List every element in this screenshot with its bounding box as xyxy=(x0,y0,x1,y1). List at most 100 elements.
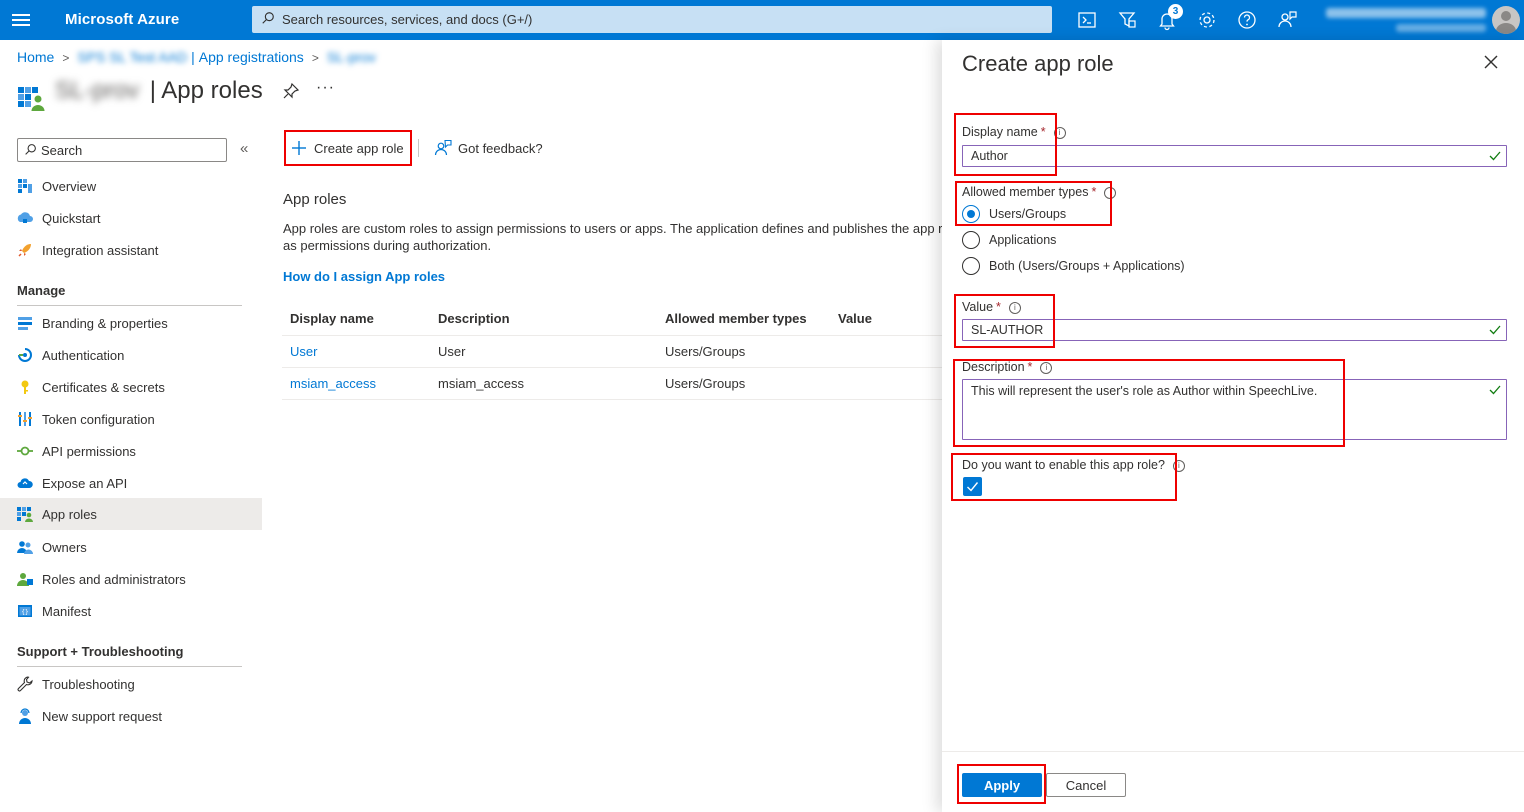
nav-item-api-permissions[interactable]: API permissions xyxy=(0,435,262,467)
global-search-placeholder: Search resources, services, and docs (G+… xyxy=(282,12,533,27)
radio-label: Both (Users/Groups + Applications) xyxy=(989,259,1185,273)
notifications-bell-icon[interactable]: 3 xyxy=(1156,4,1183,31)
member-type-applications-radio[interactable]: Applications xyxy=(962,230,1056,250)
description-textarea[interactable]: This will represent the user's role as A… xyxy=(971,384,1481,432)
enable-role-checkbox[interactable] xyxy=(963,477,982,496)
value-field[interactable] xyxy=(962,319,1507,341)
command-separator xyxy=(418,139,419,157)
column-header-value[interactable]: Value xyxy=(838,301,872,335)
nav-item-label: Branding & properties xyxy=(42,315,168,331)
radio-label: Users/Groups xyxy=(989,207,1067,221)
nav-item-label: Token configuration xyxy=(42,411,155,427)
cancel-button[interactable]: Cancel xyxy=(1046,773,1126,797)
info-icon[interactable]: i xyxy=(1172,460,1185,472)
feedback-icon[interactable] xyxy=(1276,9,1298,31)
nav-item-token-configuration[interactable]: Token configuration xyxy=(0,403,262,435)
column-header-display-name[interactable]: Display name xyxy=(290,301,374,335)
table-row[interactable]: msiam_access msiam_access Users/Groups xyxy=(282,368,942,400)
breadcrumb-chevron-icon: > xyxy=(311,51,319,65)
cloud-shell-icon[interactable] xyxy=(1076,9,1098,31)
hamburger-menu-icon[interactable] xyxy=(12,11,30,29)
nav-item-roles-and-administrators[interactable]: Roles and administrators xyxy=(0,563,262,595)
display-name-field[interactable] xyxy=(962,145,1507,167)
enable-role-label: Do you want to enable this app role? i xyxy=(962,458,1185,472)
api-permissions-icon xyxy=(17,443,33,459)
breadcrumb-app-registrations[interactable]: App registrations xyxy=(199,49,304,65)
info-icon[interactable]: i xyxy=(1104,187,1117,199)
column-header-description[interactable]: Description xyxy=(438,301,510,335)
nav-item-branding[interactable]: Branding & properties xyxy=(0,307,262,339)
breadcrumb-tenant[interactable]: SPS SL Test AAD xyxy=(77,49,187,65)
nav-search[interactable] xyxy=(17,138,227,162)
nav-item-integration-assistant[interactable]: Integration assistant xyxy=(0,234,262,266)
nav-item-label: Authentication xyxy=(42,347,125,363)
nav-item-label: Expose an API xyxy=(42,475,128,491)
key-icon xyxy=(17,379,33,395)
nav-search-input[interactable] xyxy=(41,141,221,159)
radio-unselected-icon xyxy=(962,257,980,275)
cloud-icon xyxy=(17,475,33,491)
role-member-types: Users/Groups xyxy=(665,344,746,359)
nav-divider xyxy=(17,666,242,667)
role-description: User xyxy=(438,344,466,359)
create-app-role-button[interactable]: Create app role xyxy=(290,131,404,165)
description-field[interactable]: This will represent the user's role as A… xyxy=(962,379,1507,440)
required-mark: * xyxy=(1040,125,1046,139)
create-app-role-label: Create app role xyxy=(314,140,404,156)
close-icon[interactable] xyxy=(1483,54,1499,70)
info-icon[interactable]: i xyxy=(1053,127,1066,139)
nav-item-quickstart[interactable]: Quickstart xyxy=(0,202,262,234)
info-icon[interactable]: i xyxy=(1040,362,1053,374)
nav-divider xyxy=(17,305,242,306)
create-app-role-panel: Create app role Display name*i Allowed m… xyxy=(942,40,1524,812)
member-type-users-groups-radio[interactable]: Users/Groups xyxy=(962,204,1066,224)
nav-item-expose-api[interactable]: Expose an API xyxy=(0,467,262,499)
apply-button[interactable]: Apply xyxy=(962,773,1042,797)
nav-item-app-roles[interactable]: App roles xyxy=(0,498,262,530)
account-info[interactable] xyxy=(1326,6,1486,36)
more-options-icon[interactable]: ··· xyxy=(316,79,335,97)
nav-section-manage: Manage xyxy=(17,283,66,298)
gear-icon[interactable] xyxy=(1196,9,1218,31)
role-display-name-link[interactable]: User xyxy=(290,336,317,367)
breadcrumb-home[interactable]: Home xyxy=(17,49,54,65)
feedback-icon xyxy=(434,139,452,156)
role-display-name-link[interactable]: msiam_access xyxy=(290,368,376,399)
nav-item-label: Overview xyxy=(42,178,97,194)
nav-item-owners[interactable]: Owners xyxy=(0,531,262,563)
collapse-nav-icon[interactable]: « xyxy=(240,140,248,157)
nav-item-manifest[interactable]: {} Manifest xyxy=(0,595,262,627)
avatar[interactable] xyxy=(1492,6,1520,34)
panel-title: Create app role xyxy=(962,51,1114,76)
required-mark: * xyxy=(1027,360,1033,374)
info-icon[interactable]: i xyxy=(1008,302,1021,314)
breadcrumb-app[interactable]: SL-prov xyxy=(327,49,376,65)
display-name-input[interactable] xyxy=(971,149,1481,163)
value-input[interactable] xyxy=(971,323,1481,337)
nav-item-troubleshooting[interactable]: Troubleshooting xyxy=(0,668,262,700)
nav-item-overview[interactable]: Overview xyxy=(0,170,262,202)
display-name-label-text: Display name xyxy=(962,125,1038,139)
table-row[interactable]: User User Users/Groups xyxy=(282,336,942,368)
nav-item-authentication[interactable]: Authentication xyxy=(0,339,262,371)
top-bar: Microsoft Azure Search resources, servic… xyxy=(0,0,1524,40)
overview-icon xyxy=(17,178,33,194)
required-mark: * xyxy=(996,300,1001,314)
directory-filter-icon[interactable] xyxy=(1116,9,1138,31)
nav-item-label: Certificates & secrets xyxy=(42,379,165,395)
column-header-member-types[interactable]: Allowed member types xyxy=(665,301,807,335)
nav-item-new-support-request[interactable]: New support request xyxy=(0,700,262,732)
app-roles-icon xyxy=(17,506,33,522)
help-icon[interactable] xyxy=(1236,9,1258,31)
nav-item-certificates[interactable]: Certificates & secrets xyxy=(0,371,262,403)
page-title-separator: | xyxy=(149,77,156,104)
got-feedback-button[interactable]: Got feedback? xyxy=(434,131,543,165)
brand-title[interactable]: Microsoft Azure xyxy=(65,11,179,28)
global-search-input[interactable]: Search resources, services, and docs (G+… xyxy=(252,6,1052,33)
nav-section-support: Support + Troubleshooting xyxy=(17,644,184,659)
member-type-both-radio[interactable]: Both (Users/Groups + Applications) xyxy=(962,256,1185,276)
wrench-icon xyxy=(17,676,33,692)
pin-icon[interactable] xyxy=(282,82,300,100)
authentication-icon xyxy=(17,347,33,363)
how-to-assign-link[interactable]: How do I assign App roles xyxy=(283,269,445,284)
